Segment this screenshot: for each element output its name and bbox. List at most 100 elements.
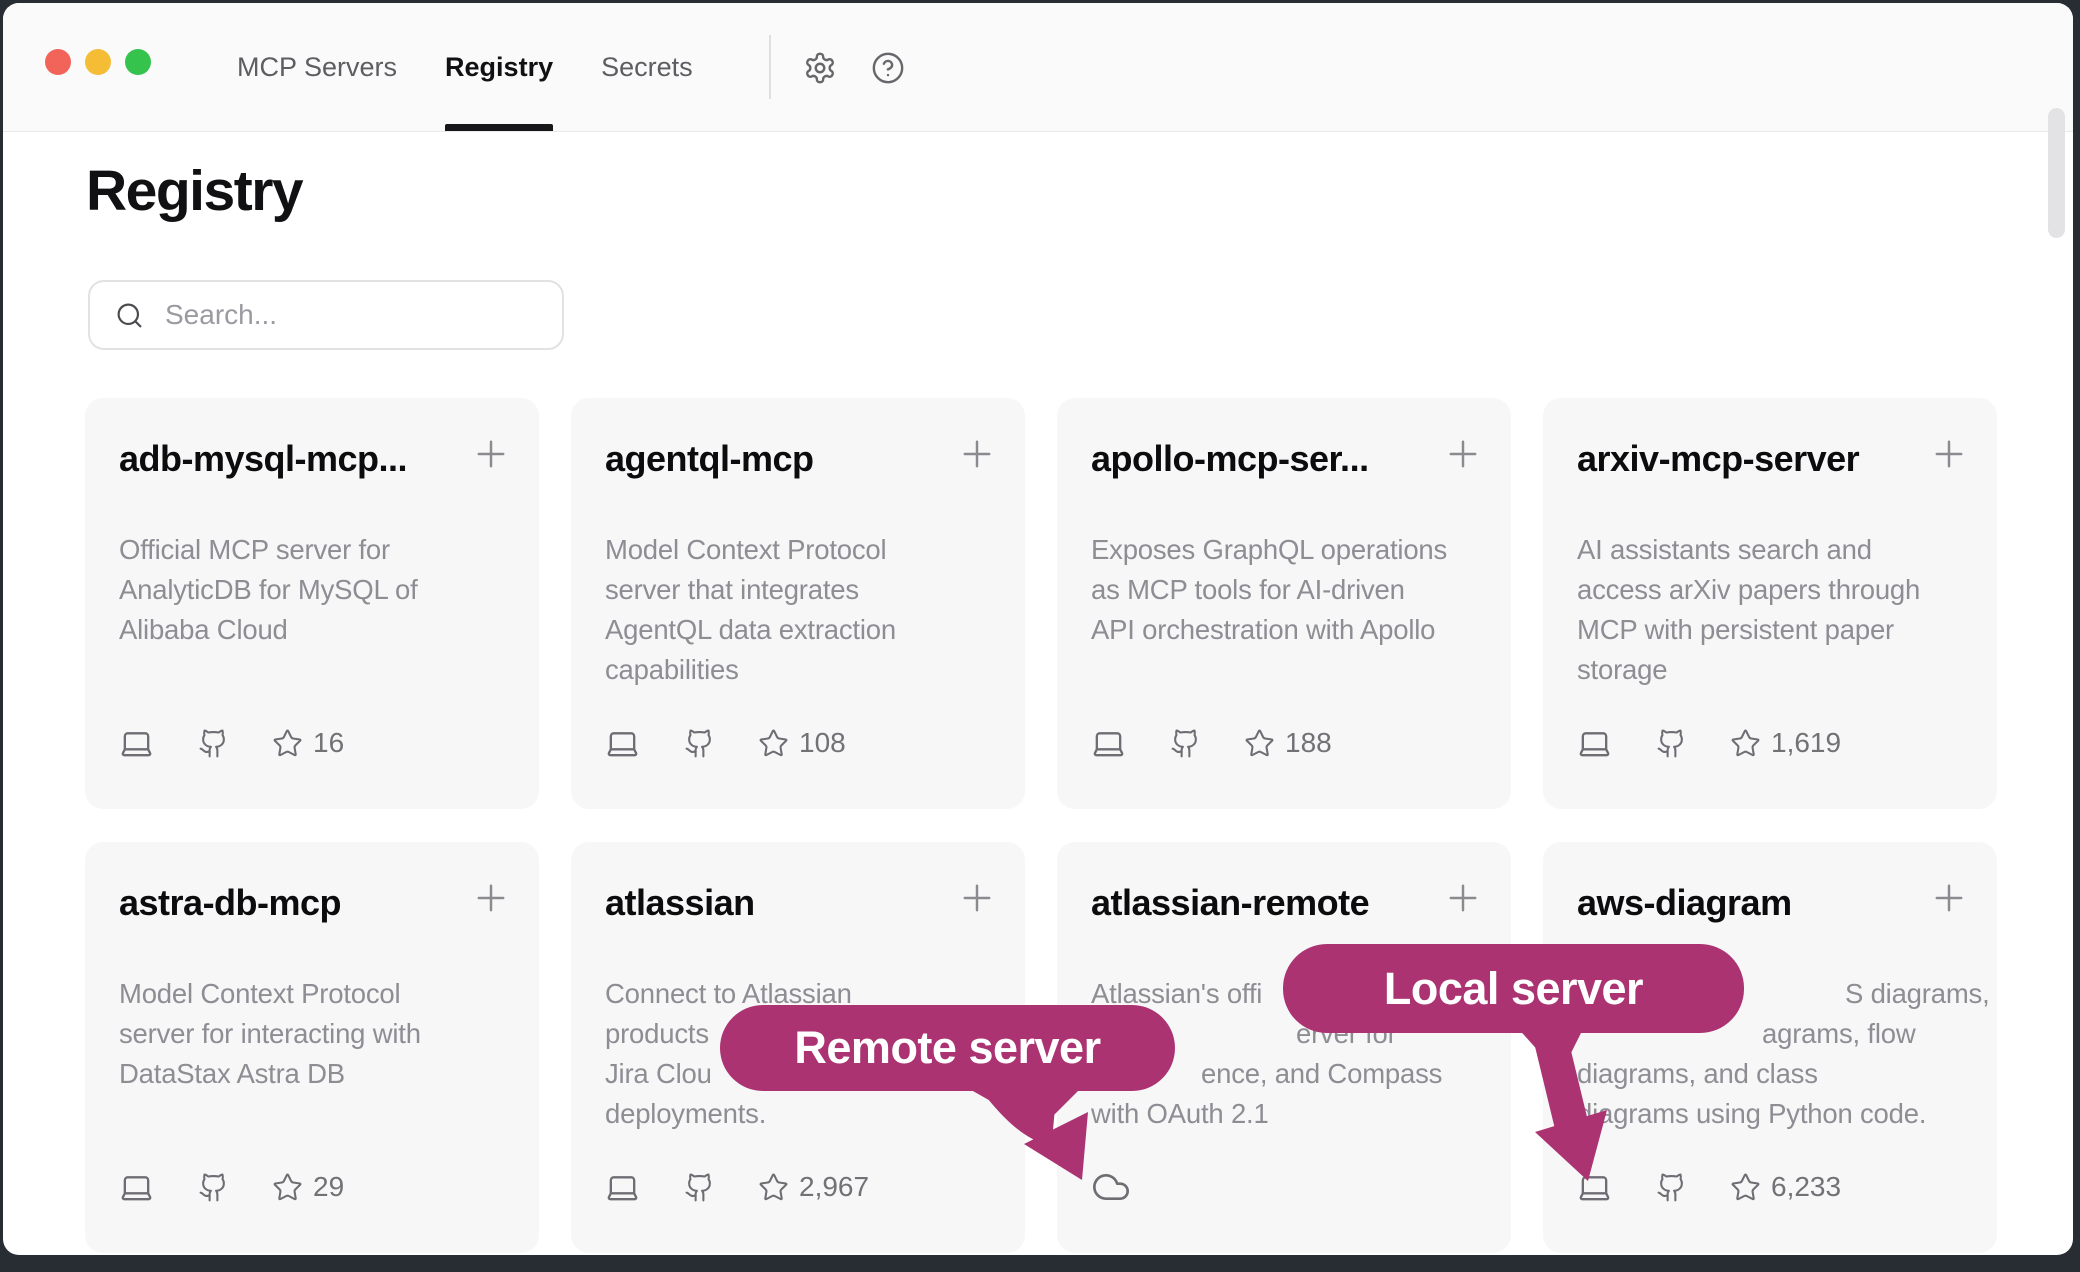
star-count: 16	[313, 727, 344, 759]
description-line: access arXiv papers through	[1577, 570, 1971, 610]
description-line: AI assistants search and	[1577, 530, 1971, 570]
server-card-aws-diagram[interactable]: aws-diagram S diagrams, agrams, flow dia…	[1543, 842, 1997, 1253]
star-icon	[1730, 728, 1761, 759]
server-name: aws-diagram	[1577, 882, 1907, 924]
card-footer: 29	[119, 1167, 344, 1207]
description-line: diagrams, and class	[1577, 1054, 1971, 1094]
add-server-button[interactable]	[1437, 872, 1489, 924]
star-count: 188	[1285, 727, 1332, 759]
description-line: server for interacting with	[119, 1014, 513, 1054]
server-card-adb-mysql[interactable]: adb-mysql-mcp... Official MCP server for…	[85, 398, 539, 809]
description-line: Alibaba Cloud	[119, 610, 513, 650]
server-name: astra-db-mcp	[119, 882, 449, 924]
star-count: 6,233	[1771, 1171, 1841, 1203]
tab-registry[interactable]: Registry	[445, 3, 553, 131]
remote-server-callout: Remote server	[720, 1005, 1175, 1091]
close-window-button[interactable]	[45, 49, 71, 75]
server-name: atlassian	[605, 882, 935, 924]
description-line: DataStax Astra DB	[119, 1054, 513, 1094]
help-icon	[871, 51, 905, 85]
laptop-icon	[1091, 726, 1126, 761]
add-server-button[interactable]	[465, 872, 517, 924]
github-icon	[684, 1172, 715, 1203]
minimize-window-button[interactable]	[85, 49, 111, 75]
star-icon	[1730, 1172, 1761, 1203]
add-server-button[interactable]	[1437, 428, 1489, 480]
laptop-icon	[119, 726, 154, 761]
server-description: AI assistants search and access arXiv pa…	[1577, 530, 1971, 690]
laptop-icon	[605, 726, 640, 761]
description-line: as MCP tools for AI-driven	[1091, 570, 1485, 610]
description-line: API orchestration with Apollo	[1091, 610, 1485, 650]
gear-icon	[803, 51, 837, 85]
scrollbar-thumb[interactable]	[2048, 108, 2065, 238]
search-icon	[115, 301, 144, 330]
github-icon	[1170, 728, 1201, 759]
cloud-icon	[1091, 1167, 1131, 1207]
zoom-window-button[interactable]	[125, 49, 151, 75]
server-description: Exposes GraphQL operations as MCP tools …	[1091, 530, 1485, 650]
laptop-icon	[1577, 726, 1612, 761]
star-count: 108	[799, 727, 846, 759]
page-title: Registry	[86, 158, 302, 224]
plus-icon	[470, 877, 512, 919]
star-icon	[272, 728, 303, 759]
github-icon	[198, 728, 229, 759]
server-name: agentql-mcp	[605, 438, 935, 480]
star-icon	[758, 728, 789, 759]
add-server-button[interactable]	[951, 428, 1003, 480]
search-input[interactable]	[163, 298, 547, 332]
github-icon	[684, 728, 715, 759]
description-line: diagrams using Python code.	[1577, 1094, 1971, 1134]
description-line: capabilities	[605, 650, 999, 690]
card-footer: 108	[605, 723, 846, 763]
plus-icon	[1928, 877, 1970, 919]
description-line: Exposes GraphQL operations	[1091, 530, 1485, 570]
help-button[interactable]	[870, 50, 906, 86]
card-footer: 1,619	[1577, 723, 1841, 763]
nav-tabs: MCP Servers Registry Secrets	[237, 3, 693, 131]
server-description: Official MCP server for AnalyticDB for M…	[119, 530, 513, 650]
card-footer: 2,967	[605, 1167, 869, 1207]
description-line: server that integrates	[605, 570, 999, 610]
description-line: Model Context Protocol	[605, 530, 999, 570]
star-count: 1,619	[1771, 727, 1841, 759]
github-icon	[1656, 1172, 1687, 1203]
traffic-lights	[45, 49, 151, 75]
description-line: AgentQL data extraction	[605, 610, 999, 650]
add-server-button[interactable]	[465, 428, 517, 480]
plus-icon	[470, 433, 512, 475]
server-name: adb-mysql-mcp...	[119, 438, 449, 480]
server-card-grid: adb-mysql-mcp... Official MCP server for…	[85, 398, 1997, 1253]
add-server-button[interactable]	[951, 872, 1003, 924]
server-card-apollo[interactable]: apollo-mcp-ser... Exposes GraphQL operat…	[1057, 398, 1511, 809]
server-name: arxiv-mcp-server	[1577, 438, 1907, 480]
title-bar: MCP Servers Registry Secrets	[3, 3, 2073, 132]
tab-mcp-servers[interactable]: MCP Servers	[237, 3, 397, 131]
tab-secrets[interactable]: Secrets	[601, 3, 693, 131]
plus-icon	[1442, 877, 1484, 919]
search-box[interactable]	[88, 280, 564, 350]
description-line: deployments.	[605, 1094, 999, 1134]
description-line: AnalyticDB for MySQL of	[119, 570, 513, 610]
server-card-agentql[interactable]: agentql-mcp Model Context Protocol serve…	[571, 398, 1025, 809]
server-card-arxiv[interactable]: arxiv-mcp-server AI assistants search an…	[1543, 398, 1997, 809]
server-card-astra-db[interactable]: astra-db-mcp Model Context Protocol serv…	[85, 842, 539, 1253]
github-icon	[198, 1172, 229, 1203]
card-footer: 188	[1091, 723, 1332, 763]
server-name: atlassian-remote	[1091, 882, 1421, 924]
plus-icon	[956, 877, 998, 919]
settings-button[interactable]	[802, 50, 838, 86]
card-footer: 6,233	[1577, 1167, 1841, 1207]
description-line: storage	[1577, 650, 1971, 690]
laptop-icon	[119, 1170, 154, 1205]
add-server-button[interactable]	[1923, 428, 1975, 480]
star-count: 2,967	[799, 1171, 869, 1203]
description-line: MCP with persistent paper	[1577, 610, 1971, 650]
add-server-button[interactable]	[1923, 872, 1975, 924]
github-icon	[1656, 728, 1687, 759]
description-line: with OAuth 2.1	[1091, 1094, 1485, 1134]
header-divider	[769, 35, 771, 99]
local-server-callout: Local server	[1283, 944, 1744, 1033]
star-icon	[1244, 728, 1275, 759]
